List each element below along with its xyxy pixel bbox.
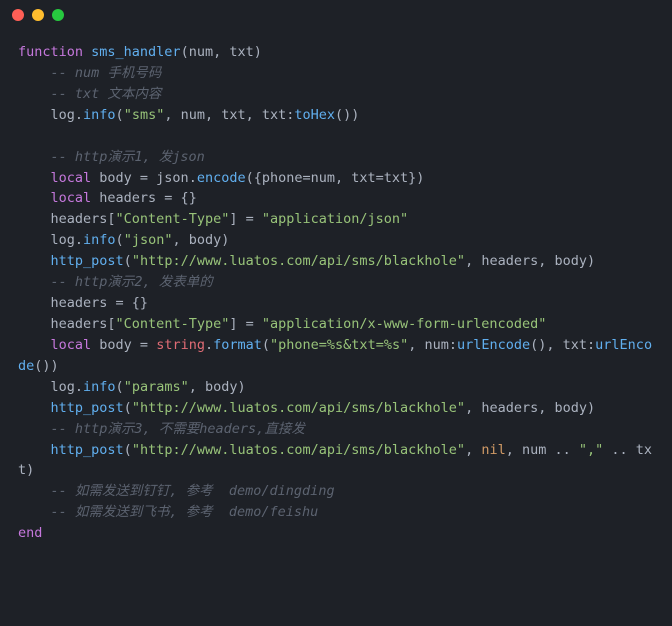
code-text: log.: [18, 107, 83, 123]
minimize-icon[interactable]: [32, 9, 44, 21]
code-text: body = json.: [91, 170, 197, 186]
indent: [18, 170, 51, 186]
code-text: log.: [18, 379, 83, 395]
code-text: (), txt:: [530, 337, 595, 353]
code-text: headers[: [18, 316, 116, 332]
string: ",": [579, 442, 603, 458]
code-text: ] =: [229, 211, 262, 227]
code-text: ()): [335, 107, 359, 123]
code-text: (: [116, 379, 124, 395]
code-block: function sms_handler(num, txt) -- num 手机…: [0, 30, 672, 556]
indent: [18, 190, 51, 206]
comment: -- 如需发送到钉钉, 参考 demo/dingding: [18, 483, 335, 499]
method: format: [213, 337, 262, 353]
nil-literal: nil: [481, 442, 505, 458]
code-text: , body): [189, 379, 246, 395]
code-text: log.: [18, 232, 83, 248]
module: string: [156, 337, 205, 353]
code-text: headers = {}: [18, 295, 148, 311]
indent: [18, 442, 51, 458]
code-text: ] =: [229, 316, 262, 332]
keyword: local: [51, 190, 92, 206]
string: "http://www.luatos.com/api/sms/blackhole…: [132, 400, 465, 416]
comment: -- num 手机号码: [18, 65, 161, 81]
code-text: , num:: [408, 337, 457, 353]
code-text: ()): [34, 358, 58, 374]
string: "Content-Type": [116, 316, 230, 332]
indent: [18, 337, 51, 353]
params: (num, txt): [181, 44, 262, 60]
maximize-icon[interactable]: [52, 9, 64, 21]
code-text: ,: [465, 442, 481, 458]
method: encode: [197, 170, 246, 186]
keyword: function: [18, 44, 83, 60]
method: toHex: [294, 107, 335, 123]
keyword: local: [51, 170, 92, 186]
titlebar: [0, 0, 672, 30]
string: "phone=%s&txt=%s": [270, 337, 408, 353]
comment: -- txt 文本内容: [18, 86, 161, 102]
function-call: http_post: [51, 400, 124, 416]
code-text: , body): [172, 232, 229, 248]
code-text: (: [124, 442, 132, 458]
code-text: headers = {}: [91, 190, 197, 206]
comment: -- http演示3, 不需要headers,直接发: [18, 421, 305, 437]
string: "application/x-www-form-urlencoded": [262, 316, 546, 332]
code-text: .: [205, 337, 213, 353]
method: info: [83, 232, 116, 248]
method: info: [83, 107, 116, 123]
string: "application/json": [262, 211, 408, 227]
string: "json": [124, 232, 173, 248]
code-window: function sms_handler(num, txt) -- num 手机…: [0, 0, 672, 626]
code-text: (: [124, 400, 132, 416]
code-text: (: [116, 107, 124, 123]
string: "Content-Type": [116, 211, 230, 227]
comment: -- http演示1, 发json: [18, 149, 205, 165]
method: urlEncode: [457, 337, 530, 353]
string: "http://www.luatos.com/api/sms/blackhole…: [132, 442, 465, 458]
keyword: end: [18, 525, 42, 541]
comment: -- http演示2, 发表单的: [18, 274, 213, 290]
code-text: , num ..: [506, 442, 579, 458]
comment: -- 如需发送到飞书, 参考 demo/feishu: [18, 504, 318, 520]
code-text: (: [116, 232, 124, 248]
close-icon[interactable]: [12, 9, 24, 21]
code-text: ({phone=num, txt=txt}): [246, 170, 425, 186]
code-text: body =: [91, 337, 156, 353]
string: "sms": [124, 107, 165, 123]
function-name: sms_handler: [83, 44, 181, 60]
code-text: , num, txt, txt:: [164, 107, 294, 123]
indent: [18, 400, 51, 416]
code-text: , headers, body): [465, 400, 595, 416]
string: "http://www.luatos.com/api/sms/blackhole…: [132, 253, 465, 269]
indent: [18, 253, 51, 269]
code-text: (: [262, 337, 270, 353]
function-call: http_post: [51, 253, 124, 269]
function-call: http_post: [51, 442, 124, 458]
code-text: headers[: [18, 211, 116, 227]
code-text: , headers, body): [465, 253, 595, 269]
string: "params": [124, 379, 189, 395]
code-text: (: [124, 253, 132, 269]
keyword: local: [51, 337, 92, 353]
method: info: [83, 379, 116, 395]
